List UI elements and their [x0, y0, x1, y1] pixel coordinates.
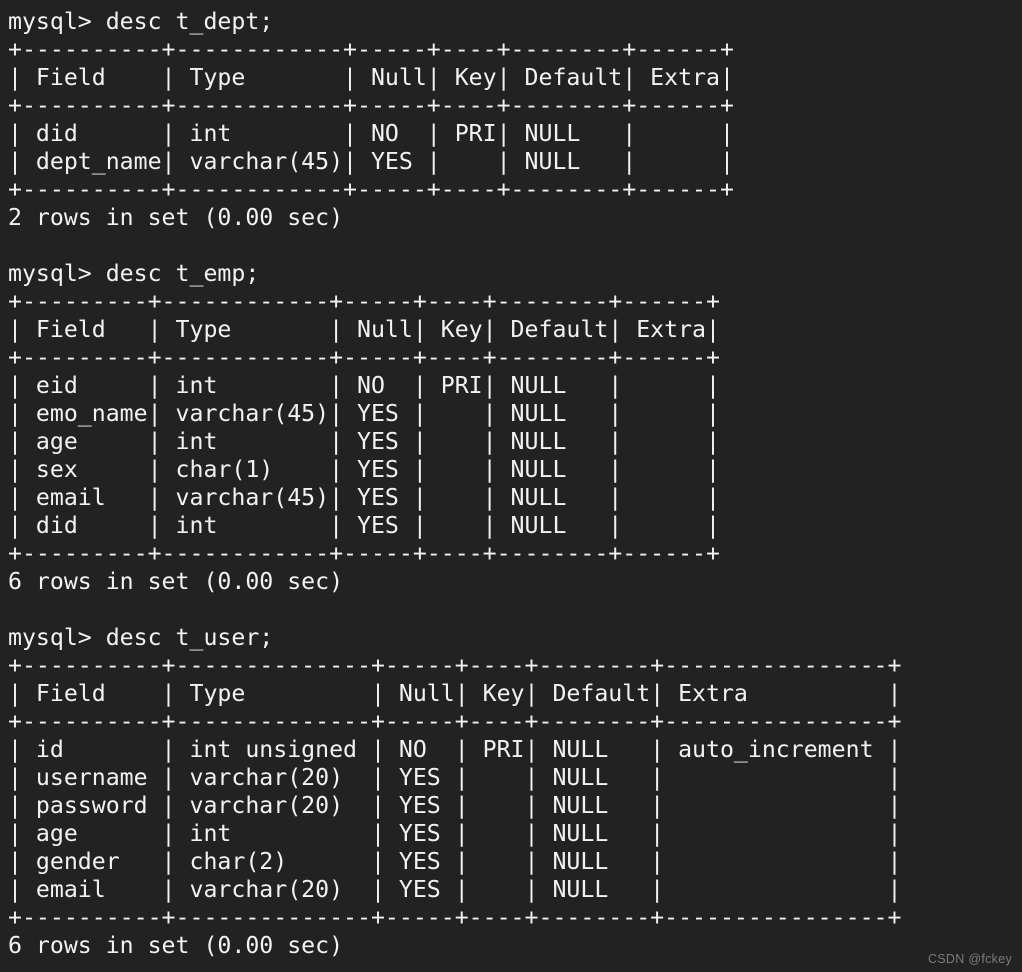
- table-separator: +----------+------------+-----+----+----…: [8, 36, 734, 63]
- status-line-t_user: 6 rows in set (0.00 sec): [8, 932, 344, 959]
- table-separator: +----------+--------------+-----+----+--…: [8, 708, 902, 735]
- table-row: | dept_name| varchar(45)| YES | | NULL |…: [8, 148, 734, 175]
- table-row: | email | varchar(45)| YES | | NULL | |: [8, 484, 720, 511]
- table-separator: +----------+--------------+-----+----+--…: [8, 652, 902, 679]
- table-row: | age | int | YES | | NULL | |: [8, 428, 720, 455]
- table-header-row: | Field | Type | Null| Key| Default| Ext…: [8, 64, 734, 91]
- table-separator: +----------+--------------+-----+----+--…: [8, 904, 902, 931]
- table-row: | eid | int | NO | PRI| NULL | |: [8, 372, 720, 399]
- table-header-row: | Field | Type | Null| Key| Default| Ext…: [8, 316, 720, 343]
- status-line-t_emp: 6 rows in set (0.00 sec): [8, 568, 344, 595]
- table-row: | sex | char(1) | YES | | NULL | |: [8, 456, 720, 483]
- table-header-row: | Field | Type | Null| Key| Default| Ext…: [8, 680, 902, 707]
- table-row: | did | int | NO | PRI| NULL | |: [8, 120, 734, 147]
- table-row: | gender | char(2) | YES | | NULL | |: [8, 848, 902, 875]
- table-row: | password | varchar(20) | YES | | NULL …: [8, 792, 902, 819]
- table-row: | age | int | YES | | NULL | |: [8, 820, 902, 847]
- table-separator: +----------+------------+-----+----+----…: [8, 176, 734, 203]
- table-row: | email | varchar(20) | YES | | NULL | |: [8, 876, 902, 903]
- status-line-t_dept: 2 rows in set (0.00 sec): [8, 204, 344, 231]
- table-row: | id | int unsigned | NO | PRI| NULL | a…: [8, 736, 902, 763]
- table-separator: +----------+------------+-----+----+----…: [8, 92, 734, 119]
- terminal-window[interactable]: mysql> desc t_dept; +----------+---------…: [0, 0, 1022, 972]
- command-line-t_user: mysql> desc t_user;: [8, 624, 274, 651]
- table-separator: +---------+------------+-----+----+-----…: [8, 540, 720, 567]
- terminal-output: mysql> desc t_dept; +----------+---------…: [8, 8, 1022, 960]
- command-line-t_emp: mysql> desc t_emp;: [8, 260, 260, 287]
- command-line-t_dept: mysql> desc t_dept;: [8, 8, 274, 35]
- table-row: | did | int | YES | | NULL | |: [8, 512, 720, 539]
- table-separator: +---------+------------+-----+----+-----…: [8, 288, 720, 315]
- table-separator: +---------+------------+-----+----+-----…: [8, 344, 720, 371]
- watermark: CSDN @fckey: [927, 952, 1012, 966]
- table-row: | username | varchar(20) | YES | | NULL …: [8, 764, 902, 791]
- table-row: | emo_name| varchar(45)| YES | | NULL | …: [8, 400, 720, 427]
